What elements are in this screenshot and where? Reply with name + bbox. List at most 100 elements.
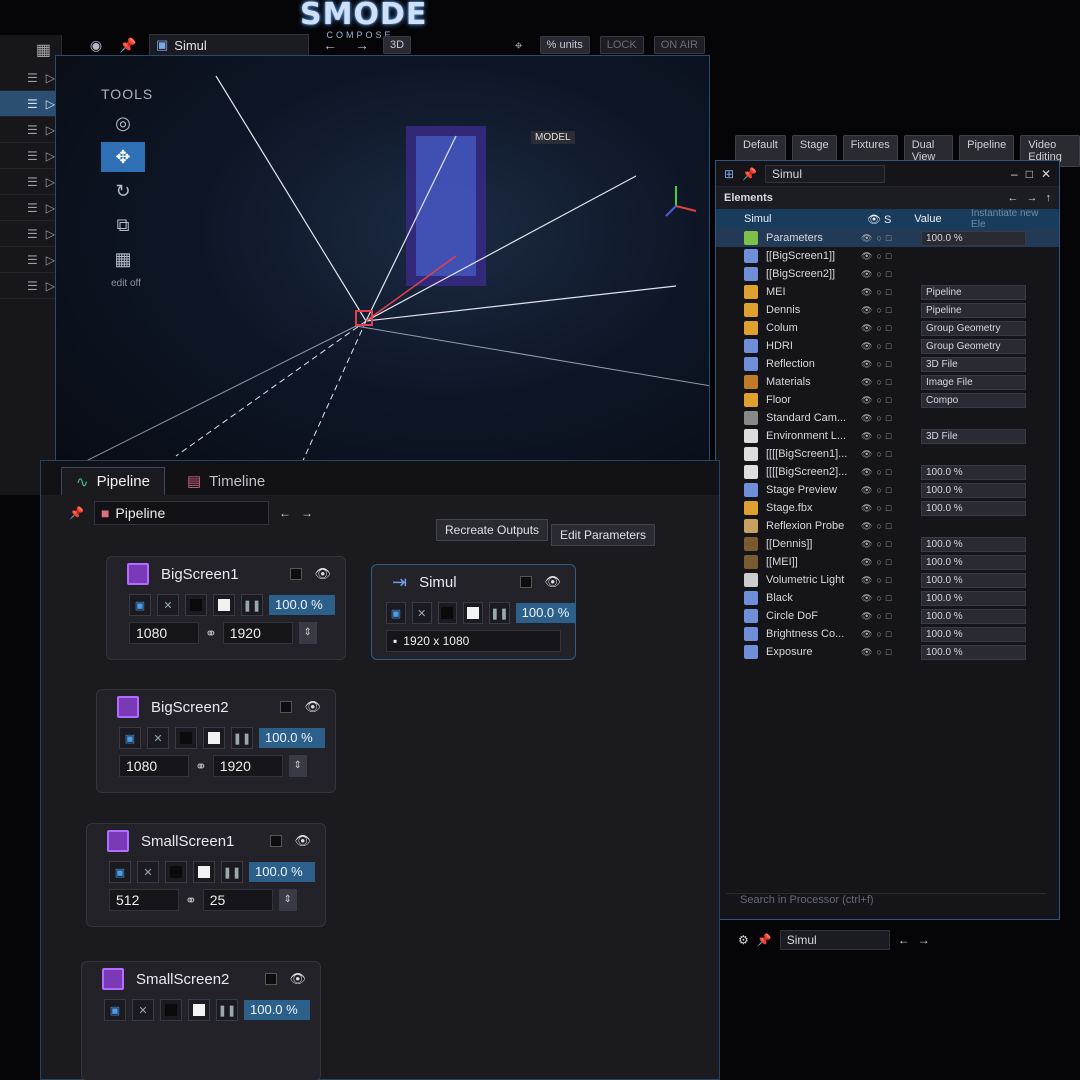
forward-arrow-icon[interactable]: → (351, 34, 373, 56)
eye-icon[interactable]: 👁 (304, 699, 321, 715)
pause-icon[interactable]: ❚❚ (216, 999, 238, 1021)
element-value[interactable]: 100.0 % (921, 626, 1026, 642)
tab-timeline[interactable]: ▤ Timeline (173, 467, 279, 495)
rotate-tool-icon[interactable]: ↻ (101, 176, 145, 206)
spin-button[interactable]: ⇕ (288, 755, 307, 777)
cross-icon[interactable]: ✕ (411, 602, 432, 624)
element-value[interactable]: Pipeline (921, 302, 1026, 318)
list-item[interactable]: ☰ ▷ (0, 195, 61, 221)
grid-tool-icon[interactable]: ▦ (101, 244, 145, 274)
element-value[interactable]: 100.0 % (921, 482, 1026, 498)
white-swatch[interactable] (213, 594, 235, 616)
close-icon[interactable]: ✕ (1041, 167, 1051, 181)
white-swatch[interactable] (203, 727, 225, 749)
visibility-flags-icon[interactable]: 👁○□ (861, 395, 921, 406)
pause-icon[interactable]: ❚❚ (489, 602, 510, 624)
node-smallscreen1[interactable]: SmallScreen1 👁 ▣ ✕ ❚❚ 100.0 % 512 ⚭ 25 ⇕ (86, 823, 326, 927)
pin-icon[interactable]: 📌 (757, 933, 772, 947)
list-item[interactable]: ☰ ▷ (0, 247, 61, 273)
eye-icon[interactable]: 👁 (314, 566, 331, 582)
tree-row[interactable]: Floor 👁○□ Compo (716, 391, 1059, 409)
pin-icon[interactable]: 📌 (742, 167, 757, 181)
visibility-flags-icon[interactable]: 👁○□ (861, 287, 921, 298)
edit-parameters-button[interactable]: Edit Parameters (551, 524, 656, 546)
opacity-field[interactable]: 100.0 % (244, 1000, 310, 1020)
forward-arrow-icon[interactable]: → (301, 506, 313, 520)
link-icon[interactable]: ⚭ (205, 625, 217, 642)
node-checkbox[interactable] (290, 568, 303, 580)
tree-row[interactable]: Colum 👁○□ Group Geometry (716, 319, 1059, 337)
visibility-flags-icon[interactable]: 👁○□ (861, 341, 921, 352)
white-swatch[interactable] (188, 999, 210, 1021)
blend-icon[interactable]: ▣ (119, 727, 141, 749)
back-arrow-icon[interactable]: ← (319, 34, 341, 56)
height-field[interactable]: 1920 (212, 755, 283, 777)
visibility-flags-icon[interactable]: 👁○□ (861, 233, 921, 244)
node-bigscreen1[interactable]: BigScreen1 👁 ▣ ✕ ❚❚ 100.0 % 1080 ⚭ 1920 ⇕ (106, 556, 346, 660)
node-checkbox[interactable] (265, 973, 278, 985)
element-value[interactable]: Group Geometry (921, 338, 1026, 354)
blend-icon[interactable]: ▣ (109, 861, 131, 883)
tree-row[interactable]: Volumetric Light 👁○□ 100.0 % (716, 571, 1059, 589)
instantiate-input[interactable]: Instantiate new Ele (971, 208, 1051, 230)
tree-row[interactable]: [[[[BigScreen1]... 👁○□ (716, 445, 1059, 463)
lock-button[interactable]: LOCK (599, 36, 644, 54)
black-swatch[interactable] (185, 594, 207, 616)
visibility-flags-icon[interactable]: 👁○□ (861, 269, 921, 280)
visibility-flags-icon[interactable]: 👁○□ (861, 575, 921, 586)
height-field[interactable]: 25 (202, 889, 273, 911)
layout-icon[interactable]: ▦ (0, 35, 61, 65)
element-value[interactable] (921, 267, 1026, 282)
visibility-flags-icon[interactable]: 👁○□ (861, 521, 921, 532)
element-value[interactable]: 100.0 % (921, 464, 1026, 480)
node-checkbox[interactable] (520, 576, 533, 588)
recreate-outputs-button[interactable]: Recreate Outputs (436, 519, 549, 541)
element-value[interactable]: 3D File (921, 428, 1026, 444)
list-item[interactable]: ☰ ▷ (0, 117, 61, 143)
list-item[interactable]: ☰ ▷ (0, 273, 61, 299)
opacity-field[interactable]: 100.0 % (249, 862, 315, 882)
visibility-flags-icon[interactable]: 👁○□ (861, 251, 921, 262)
pipeline-name-field[interactable]: ■ Pipeline (93, 501, 269, 525)
white-swatch[interactable] (463, 602, 484, 624)
forward-arrow-icon[interactable]: → (918, 933, 930, 947)
element-value[interactable] (921, 519, 1026, 534)
visibility-flags-icon[interactable]: 👁○□ (861, 557, 921, 568)
visibility-flags-icon[interactable]: 👁○□ (861, 431, 921, 442)
link-icon[interactable]: ⚭ (185, 892, 197, 909)
root-node-label[interactable]: Simul (724, 213, 867, 225)
eye-icon[interactable]: 👁 (289, 971, 306, 987)
forward-arrow-icon[interactable]: → (1027, 192, 1038, 204)
tree-row[interactable]: Exposure 👁○□ 100.0 % (716, 643, 1059, 661)
spin-button[interactable]: ⇕ (298, 622, 317, 644)
pin-icon[interactable]: 📌 (117, 34, 139, 56)
cursor-icon[interactable]: ⌖ (508, 34, 530, 56)
white-swatch[interactable] (193, 861, 215, 883)
cross-icon[interactable]: ✕ (147, 727, 169, 749)
tree-row[interactable]: Circle DoF 👁○□ 100.0 % (716, 607, 1059, 625)
resolution-select[interactable]: ▪ 1920 x 1080 (386, 630, 561, 652)
eye-icon[interactable]: 👁 (294, 833, 311, 849)
tree-row[interactable]: Black 👁○□ 100.0 % (716, 589, 1059, 607)
link-icon[interactable]: ⚭ (195, 758, 207, 775)
up-arrow-icon[interactable]: ↑ (1046, 192, 1052, 204)
opacity-field[interactable]: 100.0 % (515, 603, 576, 623)
viewport-title-field[interactable]: ▣ Simul (149, 34, 309, 56)
back-arrow-icon[interactable]: ← (898, 933, 910, 947)
cross-icon[interactable]: ✕ (132, 999, 154, 1021)
tree-row[interactable]: Materials 👁○□ Image File (716, 373, 1059, 391)
tree-row[interactable]: MEI 👁○□ Pipeline (716, 283, 1059, 301)
tree-row[interactable]: [[BigScreen1]] 👁○□ (716, 247, 1059, 265)
element-value[interactable]: 100.0 % (921, 536, 1026, 552)
processor-search[interactable]: Search in Processor (ctrl+f) (726, 893, 1046, 911)
opacity-field[interactable]: 100.0 % (259, 728, 325, 748)
visibility-flags-icon[interactable]: 👁○□ (861, 503, 921, 514)
tree-row[interactable]: Reflection 👁○□ 3D File (716, 355, 1059, 373)
visibility-flags-icon[interactable]: 👁○□ (861, 413, 921, 424)
visibility-flags-icon[interactable]: 👁○□ (861, 305, 921, 316)
minimize-icon[interactable]: – (1011, 167, 1018, 181)
visibility-flags-icon[interactable]: 👁○□ (861, 467, 921, 478)
element-value[interactable]: 100.0 % (921, 608, 1026, 624)
back-arrow-icon[interactable]: ← (279, 506, 291, 520)
tree-row[interactable]: Brightness Co... 👁○□ 100.0 % (716, 625, 1059, 643)
